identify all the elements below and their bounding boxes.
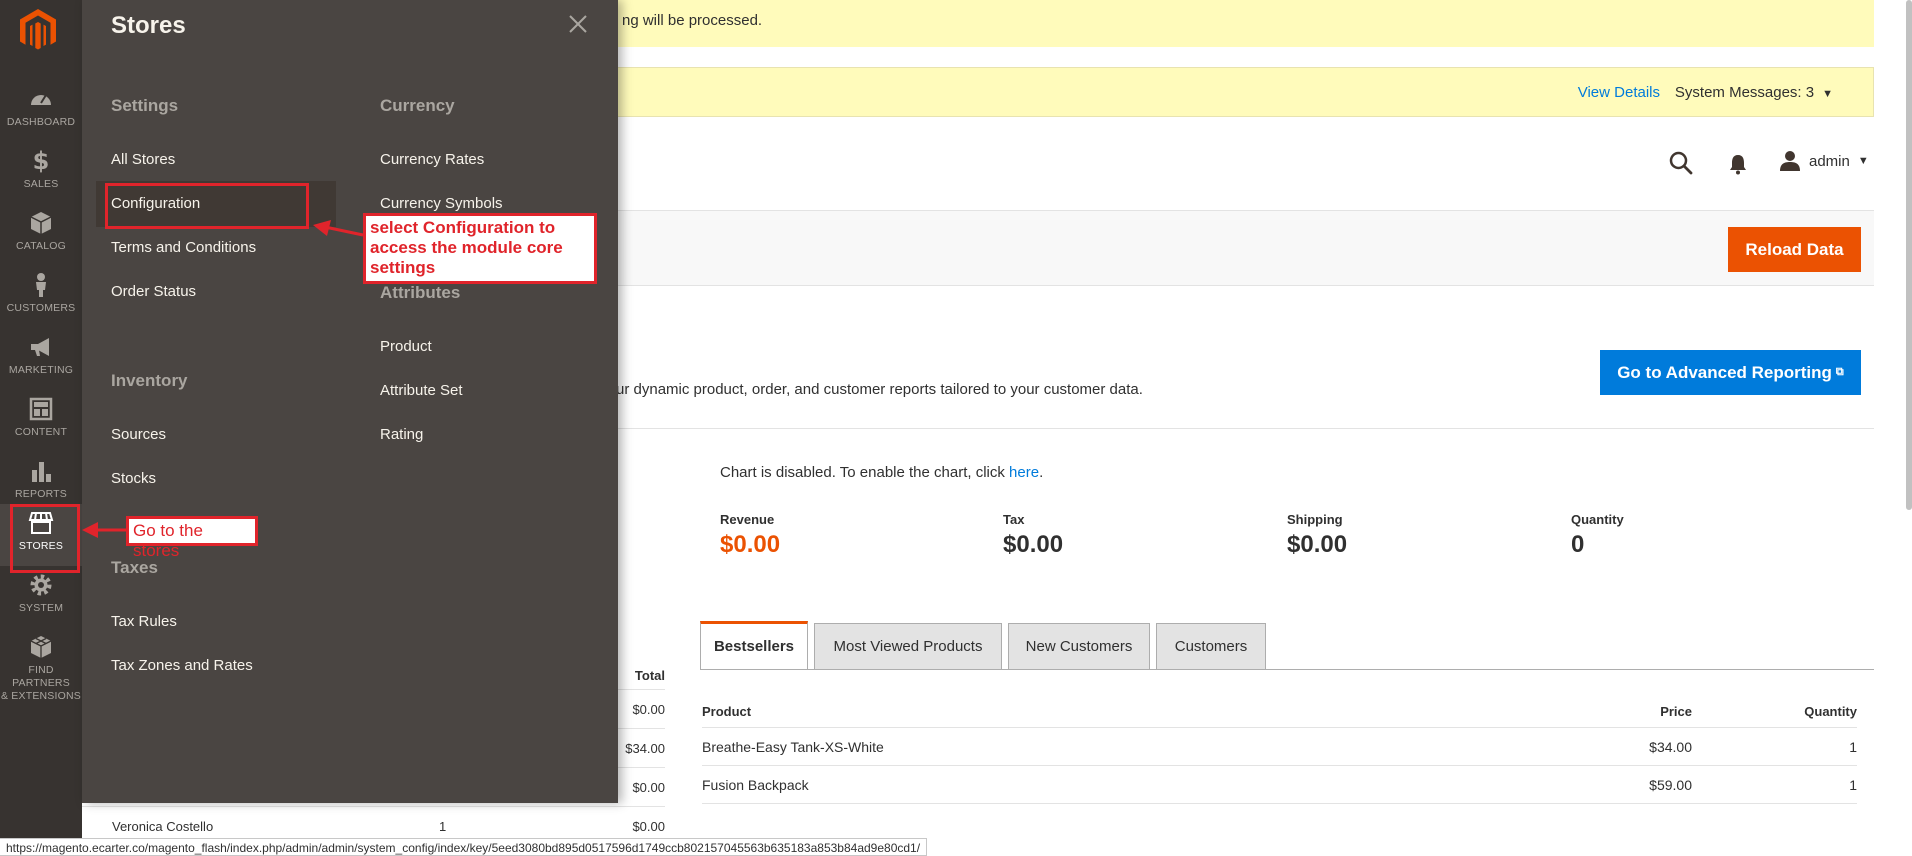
annotation-arrows	[82, 220, 364, 538]
browser-status-url: https://magento.ecarter.co/magento_flash…	[0, 838, 928, 856]
arrowhead-stores	[82, 522, 98, 538]
arrow-to-configuration	[324, 225, 364, 237]
page-scrollbar[interactable]	[1906, 0, 1912, 510]
arrowhead-configuration	[313, 220, 331, 236]
